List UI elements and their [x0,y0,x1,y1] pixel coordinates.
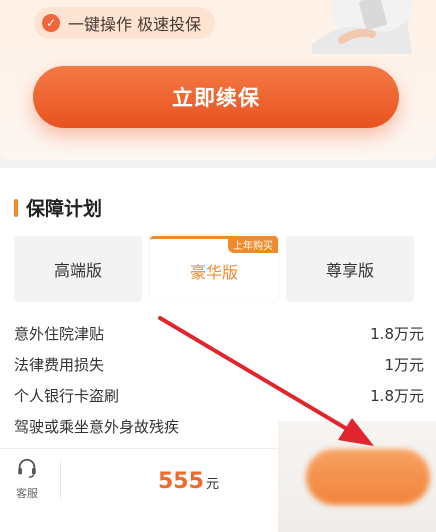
tab-deluxe[interactable]: 上年购买 豪华版 [150,236,278,302]
hero-card: ✓ 一键操作 极速投保 立即续保 [0,0,436,160]
feature-pill: ✓ 一键操作 极速投保 [34,7,216,39]
price-amount: 555 [158,469,204,494]
tab-label: 豪华版 [189,262,238,282]
check-icon: ✓ [42,14,60,32]
price-unit: 元 [205,477,219,492]
coverage-value: 1万元 [384,356,424,374]
service-label: 客服 [16,487,38,500]
list-item: 意外住院津贴 1.8万元 [14,318,424,349]
coverage-value: 1.8万元 [370,325,424,343]
price: 555 元 [158,469,219,494]
coverage-name: 个人银行卡盗刷 [14,387,120,405]
last-year-badge: 上年购买 [228,236,278,253]
renew-button[interactable]: 立即续保 [33,66,399,128]
tab-high-end[interactable]: 高端版 [14,236,142,302]
coverage-name: 法律费用损失 [14,356,105,374]
list-item: 法律费用损失 1万元 [14,349,424,380]
title-accent-bar [14,198,18,217]
person-illustration-icon [312,0,412,54]
tab-premium[interactable]: 尊享版 [286,236,414,302]
feature-text: 一键操作 极速投保 [68,15,202,34]
section-title: 保障计划 [14,194,102,221]
customer-service-button[interactable]: 客服 [8,457,46,501]
coverage-name: 驾驶或乘坐意外身故残疾 [14,418,180,436]
plan-tabs: 高端版 上年购买 豪华版 尊享版 [14,236,414,302]
pay-button[interactable] [306,449,430,505]
tab-label: 高端版 [53,261,102,280]
headset-icon [18,458,36,478]
section-title-text: 保障计划 [26,198,103,220]
tab-label: 尊享版 [325,261,374,280]
list-item: 个人银行卡盗刷 1.8万元 [14,380,424,411]
divider [60,461,61,499]
coverage-name: 意外住院津贴 [14,325,105,343]
bottom-bar: 客服 555 元 [0,421,436,532]
coverage-value: 1.8万元 [370,387,424,405]
